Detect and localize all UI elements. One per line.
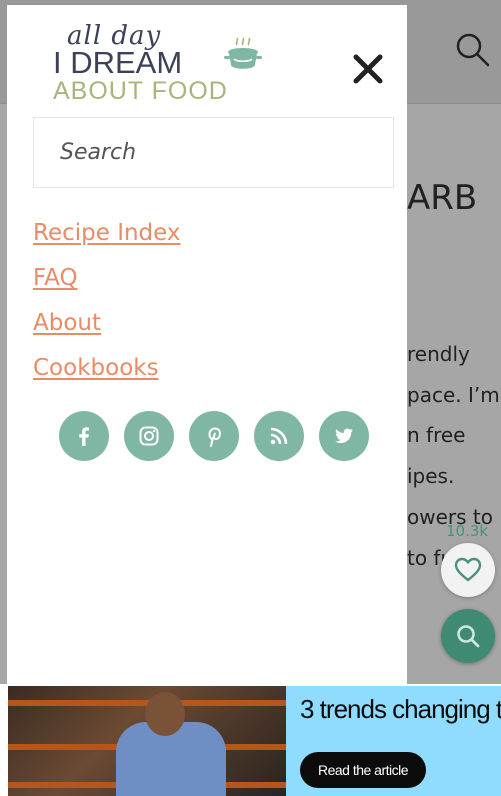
rss-icon [270,427,288,445]
drawer-menu: Recipe Index FAQ About Cookbooks [33,215,181,395]
ad-banner[interactable]: 3 trends changing th Read the article [8,686,501,796]
ad-headline: 3 trends changing th [300,694,501,724]
ad-cta-button[interactable]: Read the article [300,752,426,788]
favorite-button[interactable] [441,543,495,597]
heart-icon [454,557,482,582]
site-logo[interactable]: all day I DREAM ABOUT FOOD [53,21,263,105]
search-icon [457,625,480,648]
instagram-link[interactable] [124,411,174,461]
ad-person-head [145,692,185,736]
twitter-icon [335,428,353,444]
logo-line-2: ABOUT FOOD [53,77,228,105]
close-menu-button[interactable] [350,51,386,87]
social-links [59,411,369,461]
instagram-icon [139,426,159,446]
pinterest-link[interactable] [189,411,239,461]
menu-link-about[interactable]: About [33,305,181,350]
search-input[interactable] [34,118,393,187]
page: ARB rendly pace. I’m n free ipes. owers … [0,0,501,796]
close-icon [353,54,383,84]
menu-link-cookbooks[interactable]: Cookbooks [33,350,181,395]
pot-icon [224,37,262,69]
pinterest-icon [208,427,222,447]
like-count: 10.3k [446,522,489,540]
search-field[interactable] [33,117,394,188]
twitter-link[interactable] [319,411,369,461]
search-fab-button[interactable] [441,609,495,663]
facebook-link[interactable] [59,411,109,461]
logo-line-1: I DREAM [53,45,183,80]
rss-link[interactable] [254,411,304,461]
menu-link-faq[interactable]: FAQ [33,260,181,305]
menu-link-recipe-index[interactable]: Recipe Index [33,215,181,260]
facebook-icon [79,427,89,446]
ad-photo [8,686,286,796]
mobile-menu-drawer: all day I DREAM ABOUT FOOD Recipe Index [7,5,407,684]
